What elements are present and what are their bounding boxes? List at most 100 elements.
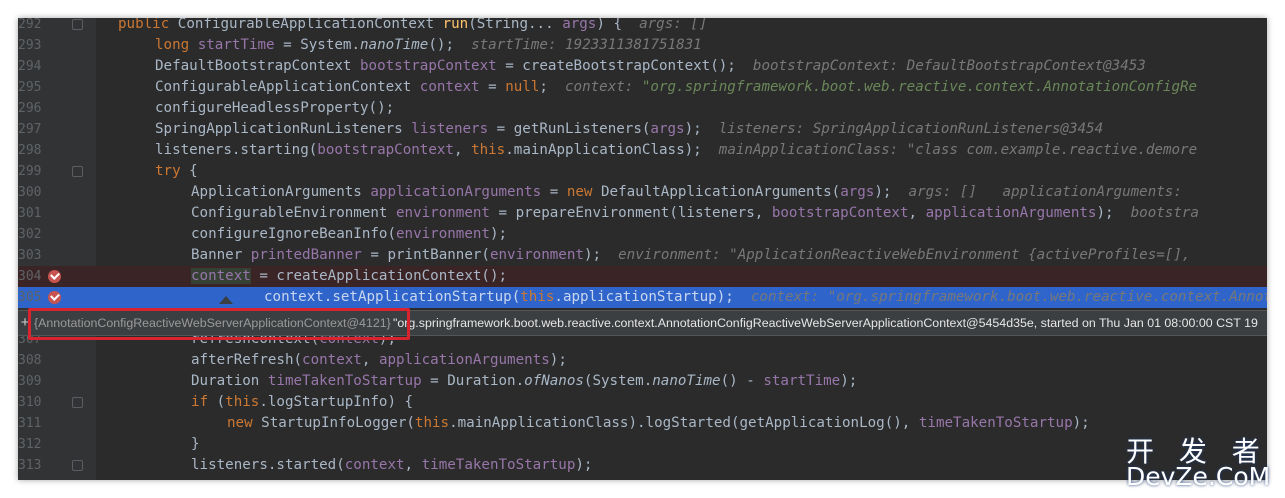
code-token: ofNanos — [524, 373, 584, 389]
code-token: long — [155, 37, 198, 53]
code-text: DefaultBootstrapContext bootstrapContext… — [155, 56, 1146, 77]
code-text: configureHeadlessProperty(); — [155, 98, 394, 119]
code-token: nanoTime — [652, 373, 721, 389]
code-token: .mainApplicationClass).logStarted(getApp… — [449, 415, 919, 431]
line-number: 297 — [18, 122, 42, 137]
code-token: ); — [1096, 205, 1131, 221]
code-token: public — [118, 18, 178, 32]
code-token: environment — [489, 247, 584, 263]
watermark-logo: 开 发 者 DevZe.CoM — [1126, 430, 1276, 492]
code-token: , — [908, 205, 926, 221]
code-line-295[interactable]: 295 ConfigurableApplicationContext contex… — [18, 77, 1267, 98]
code-token: timeTakenToStartup — [421, 457, 576, 473]
code-token: StartupInfoLogger( — [261, 415, 415, 431]
code-line-305[interactable]: 305 context.setApplicationStartup(this.ap… — [18, 287, 1267, 308]
line-number: 293 — [18, 38, 42, 53]
code-line-304[interactable]: 304 context = createApplicationContext(); — [18, 266, 1267, 287]
code-token: ); — [684, 121, 719, 137]
code-line-311[interactable]: 311 new StartupInfoLogger(this.mainApplic… — [18, 413, 1267, 434]
code-text: new StartupInfoLogger(this.mainApplicati… — [227, 413, 1090, 434]
code-token: = createApplicationContext(); — [250, 268, 508, 284]
code-token: ); — [1072, 415, 1090, 431]
code-text: long startTime = System.nanoTime(); star… — [155, 35, 702, 56]
line-number: 301 — [18, 206, 42, 221]
code-text: afterRefresh(context, applicationArgumen… — [191, 350, 567, 371]
code-token: , — [361, 352, 379, 368]
code-token: args: [] — [639, 18, 708, 32]
code-token: this — [520, 289, 555, 305]
code-line-296[interactable]: 296 configureHeadlessProperty(); — [18, 98, 1267, 119]
code-line-292[interactable]: 292 public ConfigurableApplicationContext… — [18, 18, 1267, 35]
fold-icon[interactable] — [72, 166, 83, 177]
code-line-299[interactable]: 299 try { — [18, 161, 1267, 182]
code-token: startTime — [763, 373, 841, 389]
code-line-301[interactable]: 301 ConfigurableEnvironment environment =… — [18, 203, 1267, 224]
code-token: this — [414, 415, 450, 431]
breakpoint-icon[interactable] — [48, 291, 61, 304]
code-text: ConfigurableApplicationContext context =… — [155, 77, 1197, 98]
code-token: bootstra — [1130, 205, 1199, 221]
code-token: timeTakenToStartup — [267, 373, 422, 389]
code-token: DefaultApplicationArguments( — [601, 184, 841, 200]
code-text: Banner printedBanner = printBanner(envir… — [191, 245, 1199, 266]
line-number: 299 — [18, 164, 42, 179]
code-token: applicationArguments — [925, 205, 1097, 221]
code-token: = Duration. — [421, 373, 525, 389]
code-line-297[interactable]: 297 SpringApplicationRunListeners listene… — [18, 119, 1267, 140]
code-line-294[interactable]: 294 DefaultBootstrapContext bootstrapCont… — [18, 56, 1267, 77]
code-line-298[interactable]: 298 listeners.starting(bootstrapContext, … — [18, 140, 1267, 161]
code-token: DefaultBootstrapContext — [155, 58, 360, 74]
highlight-box — [28, 308, 410, 340]
code-token: args: [] applicationArguments: — [908, 184, 1191, 200]
code-line-302[interactable]: 302 configureIgnoreBeanInfo(environment); — [18, 224, 1267, 245]
code-token: if — [191, 394, 217, 410]
code-token: environment — [396, 205, 490, 221]
code-line-313[interactable]: 313 listeners.started(context, timeTakenT… — [18, 455, 1267, 476]
code-line-293[interactable]: 293 long startTime = System.nanoTime(); s… — [18, 35, 1267, 56]
fold-icon[interactable] — [72, 19, 83, 30]
code-line-308[interactable]: 308 afterRefresh(context, applicationArgu… — [18, 350, 1267, 371]
code-line-312[interactable]: 312} — [18, 434, 1267, 455]
code-line-309[interactable]: 309 Duration timeTakenToStartup = Duratio… — [18, 371, 1267, 392]
breakpoint-icon[interactable] — [48, 270, 61, 283]
code-token: startTime — [197, 37, 275, 53]
code-token: listeners: SpringApplicationRunListeners… — [718, 121, 1104, 137]
code-token: (); — [428, 37, 472, 53]
code-token: applicationArguments — [370, 184, 542, 200]
code-token: context — [344, 457, 405, 473]
code-token: timeTakenToStartup — [918, 415, 1073, 431]
code-line-310[interactable]: 310 if (this.logStartupInfo) { — [18, 392, 1267, 413]
code-line-303[interactable]: 303 Banner printedBanner = printBanner(en… — [18, 245, 1267, 266]
code-token: = getRunListeners( — [488, 121, 651, 137]
code-token: bootstrapContext: DefaultBootstrapContex… — [752, 58, 1146, 74]
line-number: 311 — [18, 416, 42, 431]
code-text: if (this.logStartupInfo) { — [191, 392, 413, 413]
code-token: bootstrapContext — [360, 58, 497, 74]
code-token: , — [453, 142, 472, 158]
code-line-300[interactable]: 300 ApplicationArguments applicationArgum… — [18, 182, 1267, 203]
code-token: context.setApplicationStartup( — [264, 289, 521, 305]
code-text: ApplicationArguments applicationArgument… — [191, 182, 1190, 203]
line-number: 302 — [18, 227, 42, 242]
code-text: } — [191, 434, 200, 455]
code-text: listeners.started(context, timeTakenToSt… — [191, 455, 592, 476]
code-editor[interactable]: 292 public ConfigurableApplicationContext… — [18, 18, 1267, 480]
code-token: listeners.starting( — [155, 142, 318, 158]
code-token: SpringApplicationRunListeners — [155, 121, 412, 137]
code-token: , — [404, 457, 422, 473]
code-token: configureHeadlessProperty(); — [155, 100, 395, 116]
code-token: context — [419, 79, 480, 95]
line-number: 295 — [18, 80, 42, 95]
code-token: context — [302, 352, 362, 368]
fold-icon[interactable] — [72, 460, 83, 471]
code-token: ) { — [596, 18, 640, 32]
code-text: ConfigurableEnvironment environment = pr… — [191, 203, 1199, 224]
tooltip-pointer — [219, 296, 233, 304]
code-token: } — [191, 436, 200, 452]
code-text: SpringApplicationRunListeners listeners … — [155, 119, 1103, 140]
code-token: args — [562, 18, 597, 32]
fold-icon[interactable] — [72, 397, 83, 408]
code-text: listeners.starting(bootstrapContext, thi… — [155, 140, 1197, 161]
watermark-bottom: DevZe.CoM — [1126, 462, 1271, 491]
code-token: args — [840, 184, 875, 200]
